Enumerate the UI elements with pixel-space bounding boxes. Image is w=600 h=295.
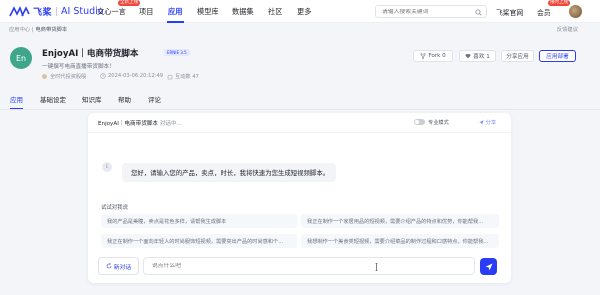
tab-knowledge-base[interactable]: 知识库 (82, 94, 102, 104)
chat-title: EnjoyAI｜电商带货脚本 对话中... (98, 119, 182, 127)
logo-cn-text: 飞桨 (33, 8, 53, 18)
suggestion-item[interactable]: 我的产品是美瞳，卖点是花色多样，请帮我生成脚本 (101, 214, 297, 228)
send-share-icon (479, 119, 484, 125)
tab-help[interactable]: 帮助 (118, 94, 131, 104)
tab-app[interactable]: 应用 (10, 94, 23, 104)
like-button[interactable]: 喜欢 1 (459, 50, 496, 62)
usage-count: 互动数 47 (175, 74, 199, 80)
user-avatar[interactable] (569, 5, 582, 18)
nav-item-datasets[interactable]: 数据集 (232, 7, 254, 17)
send-button[interactable] (480, 258, 497, 275)
tabs-divider (0, 109, 600, 110)
search-box[interactable] (375, 5, 487, 18)
pro-mode-toggle[interactable] (414, 119, 425, 125)
bot-greeting-message: 您好，请输入您的产品，卖点，时长，我将快速为您生成短视频脚本。 (122, 163, 336, 182)
tab-comments[interactable]: 评论 (148, 94, 161, 104)
breadcrumb-current: 电商带货脚本 (35, 27, 68, 33)
fork-button[interactable]: Fork 0 (413, 50, 453, 62)
author-avatar (42, 74, 47, 79)
suggestions-title: 试试对我说 (101, 205, 128, 211)
tab-basic-settings[interactable]: 基础设定 (40, 94, 66, 104)
pro-mode-label: 专业模式 (428, 120, 449, 126)
app-title: EnjoyAI｜电商带货脚本 (42, 49, 139, 59)
chat-share-button[interactable]: 分享 (479, 119, 496, 126)
paddle-logo-icon (9, 5, 30, 16)
breadcrumb: 应用中心 | 电商带货脚本 (9, 25, 67, 33)
app-tabs: 应用 基础设定 知识库 帮助 评论 (0, 94, 600, 106)
member-link[interactable]: 会员 (537, 7, 551, 17)
nav-item-models[interactable]: 模型库 (197, 7, 219, 17)
app-author[interactable]: 全时代投资股殷 (42, 73, 86, 80)
chat-input[interactable] (152, 263, 452, 269)
search-input[interactable] (382, 9, 470, 15)
wenxin-new-badge: 全新上线 (118, 0, 140, 6)
suggestion-item[interactable]: 我想制作一个美食类短视频，需要介绍菜品的制作过程和口感特点，你能帮我... (301, 234, 499, 248)
new-chat-button[interactable]: 新对话 (98, 257, 139, 275)
like-label: 喜欢 1 (473, 54, 490, 60)
nav-item-apps[interactable]: 应用 (168, 7, 182, 17)
site-logo[interactable]: 飞桨 AI Studio (9, 5, 104, 18)
fork-label: Fork 0 (428, 53, 446, 59)
deploy-app-button[interactable]: 应用部署 (539, 50, 576, 62)
official-site-link[interactable]: 飞桨官网 (496, 7, 523, 17)
suggestion-item[interactable]: 我正在制作一个面向年轻人的时尚服饰短视频，需要突出产品的时尚感和个... (101, 234, 297, 248)
nav-item-projects[interactable]: 项目 (139, 7, 153, 17)
clock-icon (100, 73, 106, 79)
nav-item-wenxin[interactable]: 文心一言 (97, 7, 126, 17)
model-tag: ERNIE 3.5 (164, 48, 190, 56)
heart-icon (465, 53, 471, 59)
chat-input-box[interactable] (143, 257, 475, 275)
top-navbar: 飞桨 AI Studio 全新上线 文心一言 项目 应用 模型库 数据集 社区 … (0, 0, 600, 23)
chat-status: 对话中... (159, 121, 182, 127)
sub-bar: 应用中心 | 电商带货脚本 反馈建议 (0, 23, 600, 33)
nav-item-community[interactable]: 社区 (268, 7, 282, 17)
nav-item-more[interactable]: 更多 (297, 7, 311, 17)
bot-avatar: E (102, 162, 112, 172)
publish-date: 2024-03-06 20:12:49 (108, 73, 164, 79)
feedback-link[interactable]: 反馈建议 (557, 25, 578, 33)
refresh-icon (106, 263, 112, 269)
suggestion-item[interactable]: 我正在制作一个家居用品的短视频，需要介绍产品的特点和优势，你能帮我... (301, 214, 499, 228)
app-usage: 互动数 47 (167, 73, 199, 80)
app-date: 2024-03-06 20:12:49 (100, 73, 163, 79)
app-avatar: En (10, 47, 32, 69)
author-name[interactable]: 全时代投资股殷 (50, 73, 86, 80)
fork-icon (420, 53, 426, 59)
interaction-icon (167, 74, 173, 79)
member-badge: 限时上线 (548, 0, 570, 6)
app-description: 一键撰写电商直播带货脚本！ (42, 64, 115, 70)
search-icon[interactable] (475, 9, 482, 16)
logo-divider (56, 7, 58, 16)
new-chat-label: 新对话 (113, 264, 132, 271)
chat-app-name: EnjoyAI｜电商带货脚本 (98, 121, 158, 127)
share-app-button[interactable]: 分享应用 (501, 50, 534, 62)
chat-header: EnjoyAI｜电商带货脚本 对话中... 专业模式 分享 (88, 113, 511, 133)
send-icon (485, 263, 492, 270)
breadcrumb-parent[interactable]: 应用中心 (9, 27, 30, 33)
chat-share-label: 分享 (485, 120, 497, 126)
text-cursor-icon (375, 263, 378, 271)
